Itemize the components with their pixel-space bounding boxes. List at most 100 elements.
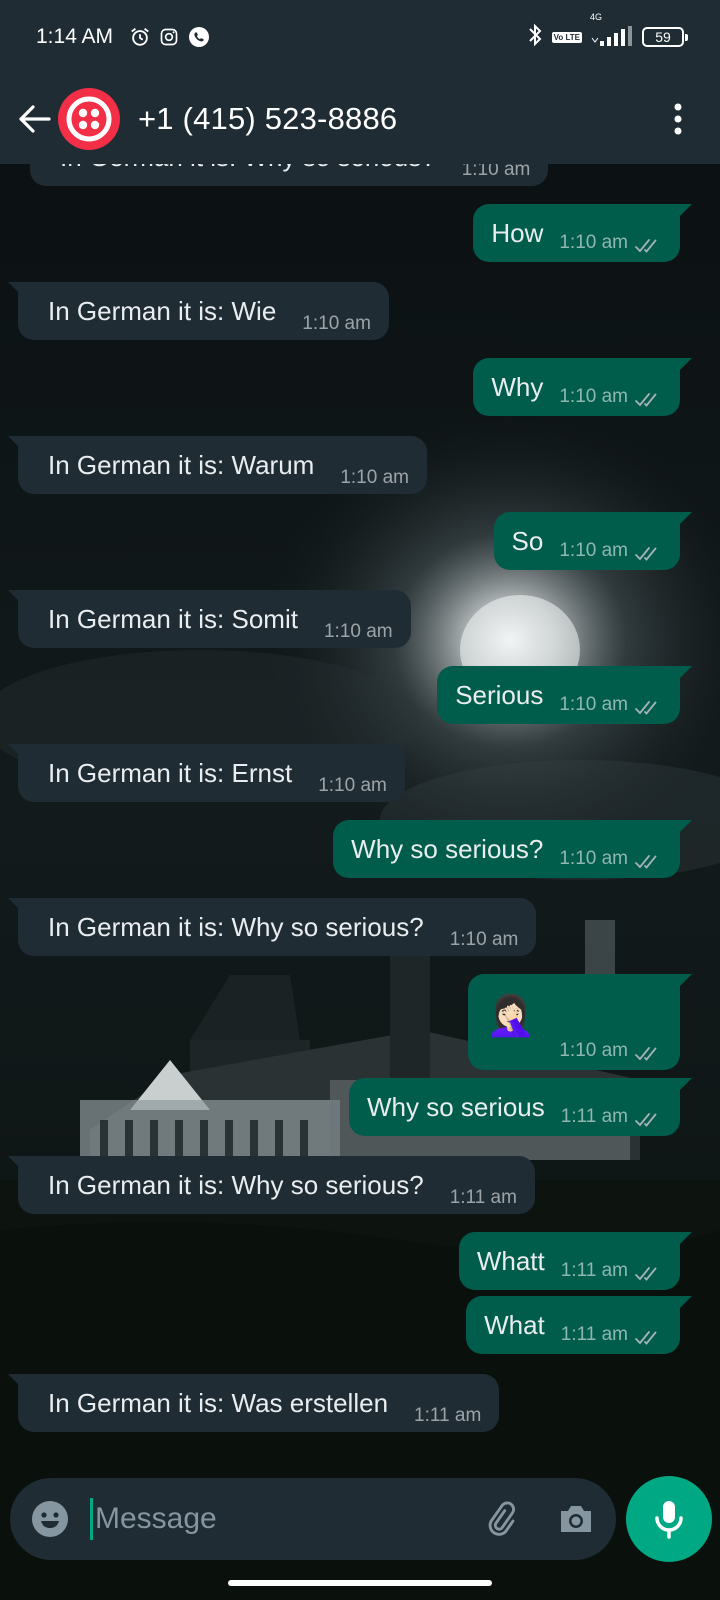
back-button[interactable] [6,91,62,147]
double-check-icon [634,1112,662,1128]
attach-button[interactable] [478,1497,522,1541]
message-meta: 1:10 am [559,232,662,254]
instagram-icon [159,27,179,47]
camera-button[interactable] [554,1497,598,1541]
outgoing-message[interactable]: So 1:10 am [493,512,693,570]
smiley-icon [32,1501,68,1537]
more-vertical-icon [674,103,682,135]
message-list[interactable]: In German it is: Why so serious? 1:10 am… [0,164,720,1468]
message-text: In German it is: Why so serious? [60,164,436,173]
incoming-message[interactable]: In German it is: Wie 1:10 am [8,282,389,340]
message-meta: 1:10 am [324,621,393,643]
double-check-icon [634,238,662,254]
message-meta: 1:10 am [302,313,371,335]
message-time: 1:10 am [559,848,628,869]
outgoing-message[interactable]: Why 1:10 am [473,358,692,416]
message-time: 1:10 am [318,775,387,796]
paperclip-icon [488,1501,516,1536]
outgoing-message[interactable]: Serious 1:10 am [437,666,692,724]
message-text: In German it is: Why so serious? [48,1169,424,1200]
message-input[interactable] [95,1502,455,1536]
message-text: Whatt [476,1245,545,1276]
message-text: In German it is: Wie [48,295,277,326]
message-time: 1:10 am [449,929,519,950]
message-time: 1:11 am [449,1187,517,1208]
home-indicator[interactable] [228,1580,492,1586]
incoming-message[interactable]: In German it is: Was erstellen 1:11 am [7,1374,500,1432]
incoming-message[interactable]: In German it is: Somit 1:10 am [8,590,411,648]
message-text: In German it is: Somit [48,603,298,634]
outgoing-message[interactable]: 🤦🏻‍♀️ 1:10 am [467,974,693,1070]
message-text: In German it is: Why so serious? [48,911,424,942]
contact-name[interactable]: +1 (415) 523-8886 [138,101,397,137]
incoming-message[interactable]: In German it is: Why so serious? 1:10 am [30,164,549,186]
message-time: 1:10 am [559,540,628,561]
message-meta: 1:10 am [340,467,409,489]
overflow-menu-button[interactable] [666,91,690,147]
message-meta: 1:10 am [559,848,662,870]
message-time: 1:11 am [414,1405,482,1426]
status-bar: 1:14 AM Vo LTE 4G 59 [0,0,720,74]
outgoing-message[interactable]: Why so serious? 1:10 am [333,820,692,878]
message-time: 1:10 am [559,386,628,407]
emoji-button[interactable] [30,1499,70,1539]
battery-indicator: 59 [642,27,688,47]
message-meta: 1:10 am [559,386,662,408]
message-meta: 1:11 am [561,1324,662,1346]
message-time: 1:10 am [559,1040,628,1061]
message-meta: 1:11 am [414,1405,481,1427]
twilio-logo-icon [66,96,112,142]
message-meta: 1:10 am [318,775,387,797]
message-time: 1:11 am [560,1106,628,1127]
double-check-icon [634,1266,662,1282]
message-text: Why [491,371,544,402]
message-text: How [491,217,544,248]
alarm-icon [129,26,151,48]
message-time: 1:10 am [461,164,531,180]
message-composer [10,1478,616,1560]
incoming-message[interactable]: In German it is: Ernst 1:10 am [8,744,405,802]
text-cursor [90,1498,93,1540]
message-meta: 1:11 am [450,1187,517,1209]
bluetooth-icon [526,23,544,52]
message-time: 1:10 am [340,467,409,488]
outgoing-message[interactable]: Why so serious 1:11 am [349,1078,692,1136]
double-check-icon [634,854,662,870]
message-time: 1:10 am [559,232,628,253]
microphone-icon [655,1501,683,1539]
outgoing-message[interactable]: How 1:10 am [473,204,692,262]
incoming-message[interactable]: In German it is: Why so serious? 1:10 am [7,898,537,956]
message-text: In German it is: Was erstellen [48,1387,389,1418]
chat-header: +1 (415) 523-8886 [0,74,720,164]
message-text: So [511,525,544,556]
message-text: Why so serious? [351,833,544,864]
message-meta: 1:11 am [561,1106,662,1128]
network-type: 4G [590,12,603,22]
double-check-icon [634,546,662,562]
message-text: What [484,1309,545,1340]
message-time: 1:11 am [560,1260,628,1281]
double-check-icon [634,1330,662,1346]
whatsapp-icon [187,25,211,49]
double-check-icon [634,392,662,408]
message-text: In German it is: Ernst [48,757,293,788]
outgoing-message[interactable]: What 1:11 am [466,1296,692,1354]
double-check-icon [634,1046,662,1062]
camera-icon [561,1506,591,1532]
voice-message-button[interactable] [626,1476,712,1562]
message-meta: 1:10 am [559,540,662,562]
contact-avatar[interactable] [58,88,120,150]
message-meta: 1:10 am [559,694,662,716]
incoming-message[interactable]: In German it is: Warum 1:10 am [8,436,427,494]
double-check-icon [634,700,662,716]
status-indicators: Vo LTE 4G 59 [526,12,688,52]
incoming-message[interactable]: In German it is: Why so serious? 1:11 am [8,1156,535,1214]
message-time: 1:10 am [323,621,393,642]
signal-icon: 4G [590,12,634,48]
message-time: 1:11 am [560,1324,628,1345]
outgoing-message[interactable]: Whatt 1:11 am [458,1232,693,1290]
message-meta: 1:10 am [450,929,519,951]
arrow-left-icon [19,105,51,133]
facepalm-emoji: 🤦🏻‍♀️ [485,994,536,1038]
volte-badge: Vo LTE [551,31,582,43]
